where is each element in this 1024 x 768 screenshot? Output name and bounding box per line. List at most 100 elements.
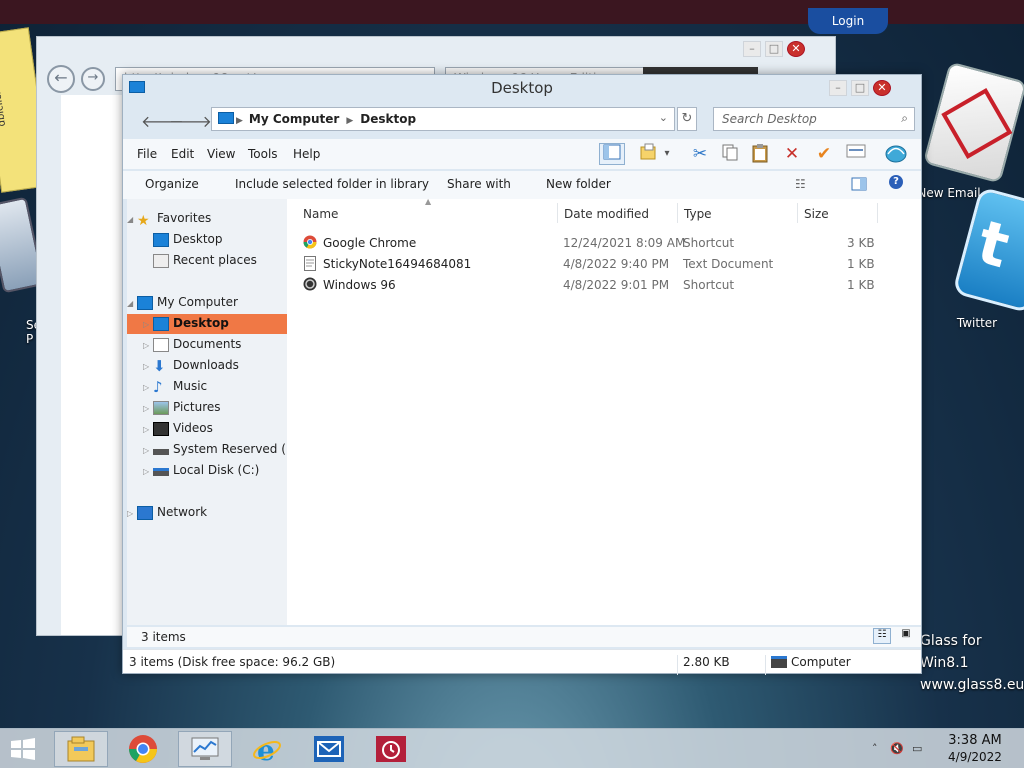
- column-header-size[interactable]: Size: [804, 207, 829, 221]
- column-header-name[interactable]: Name: [303, 207, 338, 221]
- menu-edit[interactable]: Edit: [171, 147, 194, 161]
- tree-desktop-selected[interactable]: ▷ Desktop: [127, 314, 287, 334]
- watermark-line: Glass for Win8.1: [920, 633, 982, 671]
- tree-local-disk[interactable]: ▷ Local Disk (C:): [127, 461, 287, 481]
- breadcrumb-desktop[interactable]: Desktop: [360, 112, 416, 126]
- taskbar-chrome[interactable]: [116, 731, 170, 767]
- organize-button[interactable]: Organize: [145, 177, 199, 191]
- network-icon: [137, 505, 153, 520]
- tree-music[interactable]: ▷ ♪ Music: [127, 377, 287, 397]
- details-summary: 3 items (Disk free space: 96.2 GB): [129, 655, 336, 669]
- file-type: Shortcut: [683, 278, 735, 292]
- menu-file[interactable]: File: [137, 147, 157, 161]
- details-view-icon[interactable]: ☷: [873, 628, 891, 644]
- close-button[interactable]: ✕: [787, 41, 805, 57]
- menu-tools[interactable]: Tools: [248, 147, 278, 161]
- chevron-up-icon[interactable]: ˄: [872, 742, 878, 755]
- expand-triangle-icon[interactable]: ▷: [143, 379, 153, 397]
- column-header-date[interactable]: Date modified: [564, 207, 649, 221]
- thumbnail-view-icon[interactable]: ▣: [897, 628, 915, 644]
- expand-triangle-icon[interactable]: ◢: [127, 295, 137, 313]
- volume-muted-icon[interactable]: 🔇: [890, 742, 904, 755]
- file-row[interactable]: Google Chrome 12/24/2021 8:09 AM Shortcu…: [287, 233, 921, 253]
- clock[interactable]: 3:38 AM 4/9/2022: [940, 733, 1010, 765]
- view-options-icon[interactable]: ☷: [795, 177, 806, 191]
- tree-favorites-desktop[interactable]: Desktop: [127, 230, 287, 250]
- taskbar-task-manager[interactable]: [178, 731, 232, 767]
- expand-triangle-icon[interactable]: ▷: [143, 463, 153, 481]
- preview-pane-icon[interactable]: [851, 177, 867, 194]
- taskbar-alarms[interactable]: [364, 731, 418, 767]
- computer-icon: [137, 295, 153, 310]
- taskbar-file-explorer[interactable]: [54, 731, 108, 767]
- item-count: 3 items: [141, 630, 186, 644]
- new-email-icon[interactable]: [922, 61, 1024, 184]
- paste-icon[interactable]: [747, 143, 773, 165]
- chevron-down-icon[interactable]: ▾: [660, 143, 674, 165]
- delete-icon[interactable]: ✕: [779, 143, 805, 165]
- tree-my-computer[interactable]: ◢ My Computer: [127, 293, 287, 313]
- twitter-icon[interactable]: t: [952, 186, 1024, 314]
- forward-icon[interactable]: →: [81, 67, 105, 91]
- expand-triangle-icon[interactable]: ◢: [127, 211, 137, 229]
- new-folder-button[interactable]: New folder: [546, 177, 611, 191]
- desktop-icon-label-twitter[interactable]: Twitter: [950, 316, 1004, 330]
- include-in-library-button[interactable]: Include selected folder in library: [235, 177, 429, 191]
- file-size: 3 KB: [847, 236, 875, 250]
- cut-icon[interactable]: ✂: [687, 143, 713, 165]
- tree-recent-places[interactable]: Recent places: [127, 251, 287, 271]
- refresh-button[interactable]: ↻: [677, 107, 697, 131]
- expand-triangle-icon[interactable]: ▷: [127, 505, 137, 523]
- column-header-type[interactable]: Type: [684, 207, 712, 221]
- folder-properties-icon[interactable]: [635, 143, 661, 165]
- tree-favorites[interactable]: ◢ ★ Favorites: [127, 209, 287, 229]
- taskbar-mail[interactable]: [302, 731, 356, 767]
- menu-help[interactable]: Help: [293, 147, 320, 161]
- file-date: 4/8/2022 9:01 PM: [563, 278, 670, 292]
- network-status-icon[interactable]: ▭: [912, 742, 922, 755]
- help-icon[interactable]: ?: [889, 175, 903, 189]
- address-bar[interactable]: ▶ My Computer ▶ Desktop ⌄: [211, 107, 675, 131]
- copy-icon[interactable]: [717, 143, 743, 165]
- title-bar[interactable]: Desktop – □ ✕: [123, 75, 921, 101]
- back-icon[interactable]: ←: [47, 65, 75, 93]
- close-button[interactable]: ✕: [873, 80, 891, 96]
- login-button[interactable]: Login: [808, 8, 888, 34]
- minimize-button[interactable]: –: [829, 80, 847, 96]
- tree-videos[interactable]: ▷ Videos: [127, 419, 287, 439]
- file-row[interactable]: StickyNote16494684081 4/8/2022 9:40 PM T…: [287, 254, 921, 274]
- tree-system-reserved[interactable]: ▷ System Reserved (B:): [127, 440, 287, 460]
- tree-downloads[interactable]: ▷ ⬇ Downloads: [127, 356, 287, 376]
- checkmark-icon[interactable]: ✔: [811, 143, 837, 165]
- minimize-button[interactable]: –: [743, 41, 761, 57]
- tree-network[interactable]: ▷ Network: [127, 503, 287, 523]
- expand-triangle-icon[interactable]: ▷: [143, 421, 153, 439]
- file-list: Name ▲ Date modified Type Size Google Ch…: [287, 197, 921, 625]
- search-icon[interactable]: ⌕: [901, 111, 908, 126]
- file-row[interactable]: Windows 96 4/8/2022 9:01 PM Shortcut 1 K…: [287, 275, 921, 295]
- search-input[interactable]: Search Desktop ⌕: [713, 107, 915, 131]
- explorer-window[interactable]: Desktop – □ ✕ 🡐 🡒 ▶ My Computer ▶ Desktop ⌄…: [122, 74, 922, 675]
- expand-triangle-icon[interactable]: ▷: [143, 442, 153, 460]
- expand-triangle-icon[interactable]: ▷: [143, 400, 153, 418]
- menu-view[interactable]: View: [207, 147, 235, 161]
- preview-pane-icon[interactable]: [599, 143, 625, 165]
- maximize-button[interactable]: □: [765, 41, 783, 57]
- shell-icon[interactable]: [883, 143, 909, 165]
- expand-triangle-icon[interactable]: ▷: [143, 337, 153, 355]
- tree-label: Pictures: [173, 400, 221, 414]
- share-with-button[interactable]: Share with: [447, 177, 511, 191]
- expand-triangle-icon[interactable]: ▷: [143, 316, 153, 334]
- start-button[interactable]: [0, 731, 46, 767]
- desktop-icon-label-new-email[interactable]: New Email: [914, 186, 984, 200]
- taskbar-internet-explorer[interactable]: e: [240, 731, 294, 767]
- watermark-url: www.glass8.eu: [920, 677, 1024, 693]
- tree-documents[interactable]: ▷ Documents: [127, 335, 287, 355]
- chevron-down-icon[interactable]: ⌄: [659, 111, 668, 124]
- expand-triangle-icon[interactable]: ▷: [143, 358, 153, 376]
- properties-icon[interactable]: [843, 143, 869, 165]
- tree-pictures[interactable]: ▷ Pictures: [127, 398, 287, 418]
- maximize-button[interactable]: □: [851, 80, 869, 96]
- breadcrumb-my-computer[interactable]: My Computer: [249, 112, 339, 126]
- forward-arrow-icon[interactable]: 🡒: [169, 111, 212, 131]
